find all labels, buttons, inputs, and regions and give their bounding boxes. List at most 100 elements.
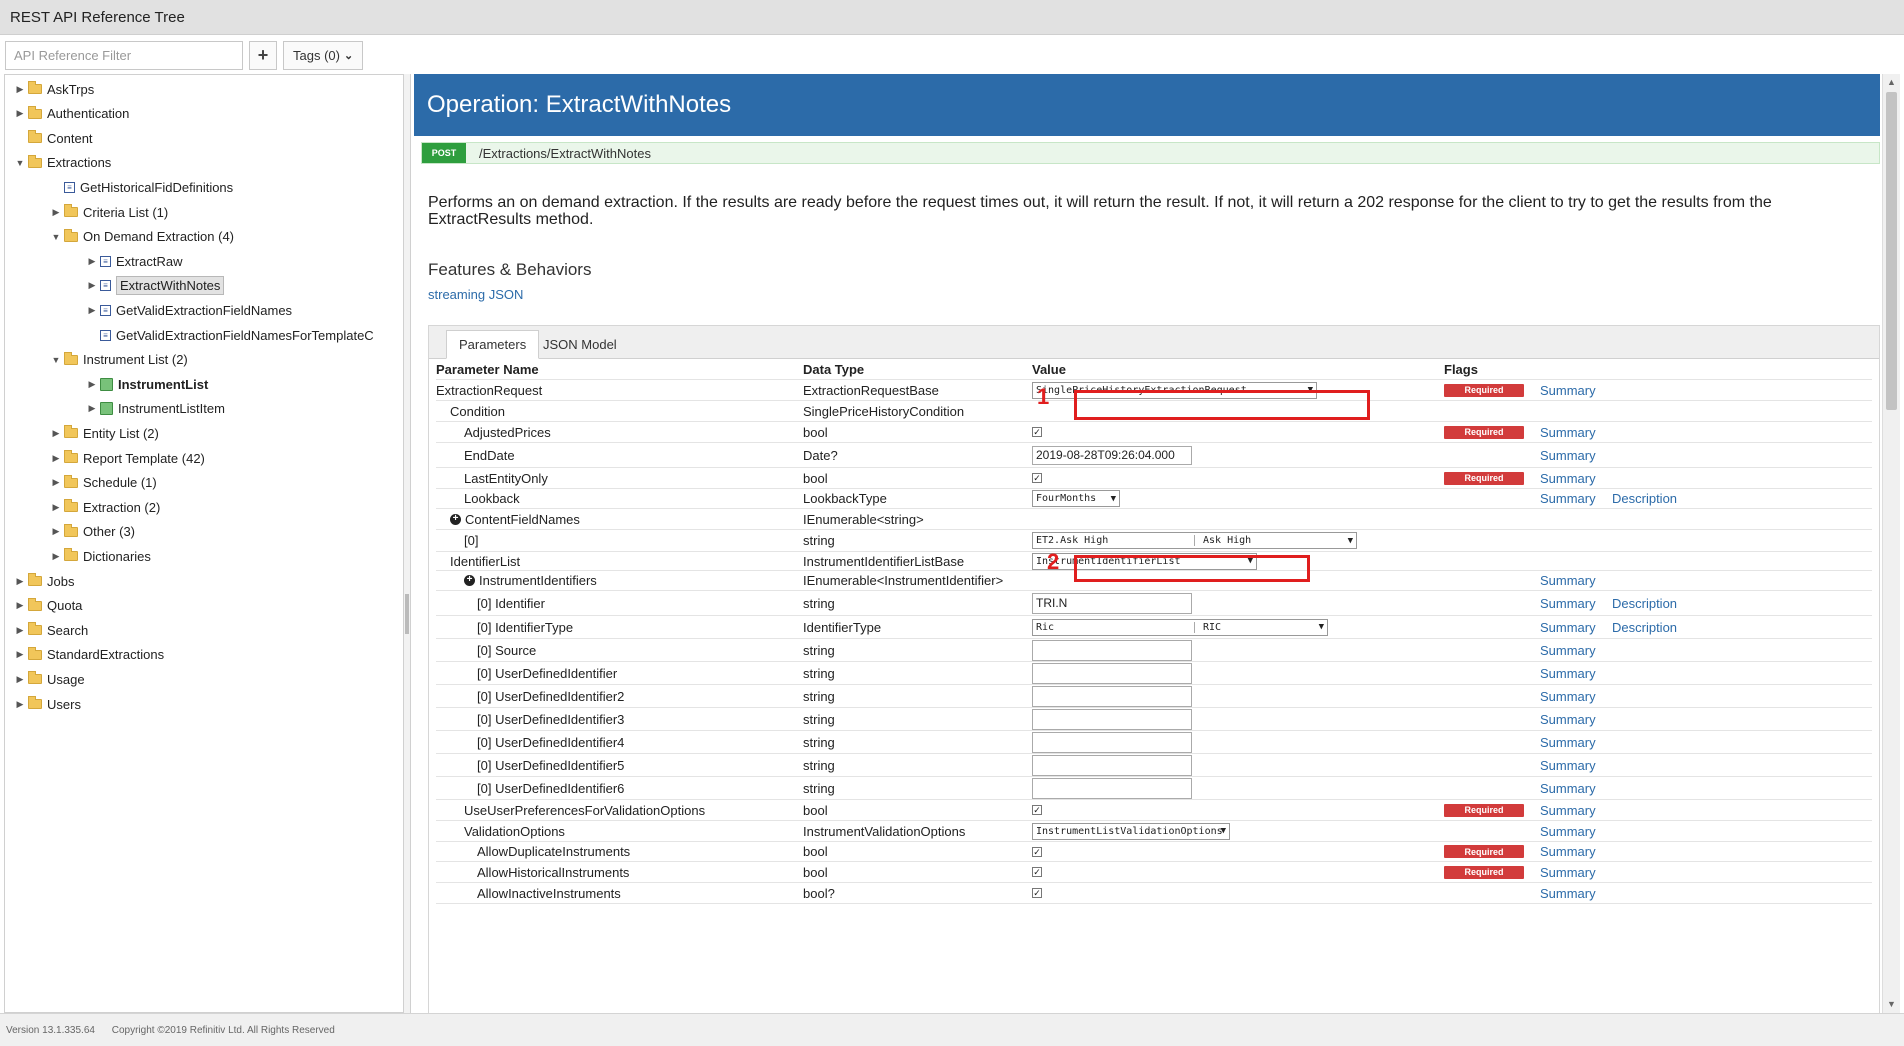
summary-link[interactable]: Summary: [1540, 708, 1596, 730]
tree-item[interactable]: ▶ InstrumentList: [86, 373, 209, 395]
value-text-input[interactable]: [1032, 445, 1192, 465]
value-checkbox[interactable]: ✓: [1032, 846, 1042, 857]
tree-item[interactable]: ▶ Extraction (2): [50, 496, 160, 518]
value-text-input[interactable]: [1032, 639, 1192, 661]
scrollbar-thumb[interactable]: [1886, 92, 1897, 410]
summary-link[interactable]: Summary: [1540, 842, 1596, 861]
summary-link[interactable]: Summary: [1540, 731, 1596, 753]
summary-link[interactable]: Summary: [1540, 422, 1596, 442]
streaming-json-link[interactable]: streaming JSON: [428, 287, 523, 302]
value-checkbox[interactable]: ✓: [1032, 867, 1042, 877]
chevron-right-icon[interactable]: ▶: [86, 305, 98, 316]
chevron-right-icon[interactable]: ▶: [14, 576, 26, 587]
value-text-input[interactable]: [1032, 731, 1192, 753]
chevron-right-icon[interactable]: ▶: [50, 207, 62, 218]
tab-parameters[interactable]: Parameters: [446, 330, 540, 359]
chevron-down-icon[interactable]: ▼: [50, 355, 62, 365]
summary-link[interactable]: Summary: [1540, 468, 1596, 488]
chevron-right-icon[interactable]: ▶: [86, 280, 98, 291]
summary-link[interactable]: Summary: [1540, 443, 1596, 467]
value-text-input[interactable]: [1032, 754, 1192, 776]
value-checkbox[interactable]: ✓: [1032, 888, 1042, 898]
scroll-up-icon[interactable]: ▲: [1887, 77, 1896, 87]
scroll-down-icon[interactable]: ▼: [1887, 999, 1896, 1009]
tree-item[interactable]: ▶ Entity List (2): [50, 422, 159, 444]
value-select[interactable]: InstrumentListValidationOptions ▼: [1032, 822, 1230, 840]
tree-item[interactable]: Content: [14, 127, 93, 149]
tree-item[interactable]: ▼ On Demand Extraction (4): [50, 226, 234, 248]
value-text-input[interactable]: [1032, 685, 1192, 707]
summary-link[interactable]: Summary: [1540, 862, 1596, 882]
summary-link[interactable]: Summary: [1540, 777, 1596, 799]
add-item-icon[interactable]: +: [450, 513, 461, 525]
chevron-right-icon[interactable]: ▶: [86, 379, 98, 390]
summary-link[interactable]: Summary: [1540, 571, 1596, 590]
chevron-right-icon[interactable]: ▶: [50, 502, 62, 513]
chevron-down-icon[interactable]: ▼: [50, 232, 62, 242]
chevron-right-icon[interactable]: ▶: [14, 649, 26, 660]
tree-item[interactable]: ▼ Extractions: [14, 152, 111, 174]
tree-item[interactable]: ▶ Report Template (42): [50, 447, 205, 469]
chevron-right-icon[interactable]: ▶: [14, 600, 26, 611]
chevron-right-icon[interactable]: ▶: [50, 453, 62, 464]
chevron-right-icon[interactable]: ▶: [86, 256, 98, 267]
description-link[interactable]: Description: [1612, 489, 1677, 508]
summary-link[interactable]: Summary: [1540, 380, 1596, 400]
summary-link[interactable]: Summary: [1540, 591, 1596, 615]
chevron-right-icon[interactable]: ▶: [14, 674, 26, 685]
tree-item[interactable]: ▶ StandardExtractions: [14, 644, 164, 666]
tree-item[interactable]: ▶ Usage: [14, 668, 85, 690]
chevron-right-icon[interactable]: ▶: [50, 526, 62, 537]
tree-item[interactable]: ▶ ≡ ExtractWithNotes: [86, 275, 225, 297]
summary-link[interactable]: Summary: [1540, 639, 1596, 661]
chevron-right-icon[interactable]: ▶: [14, 108, 26, 119]
chevron-right-icon[interactable]: ▶: [50, 477, 62, 488]
chevron-right-icon[interactable]: ▶: [50, 428, 62, 439]
chevron-right-icon[interactable]: ▶: [86, 403, 98, 414]
description-link[interactable]: Description: [1612, 616, 1677, 638]
description-link[interactable]: Description: [1612, 591, 1677, 615]
value-checkbox[interactable]: ✓: [1032, 473, 1042, 483]
api-filter-input[interactable]: [5, 41, 243, 70]
chevron-down-icon[interactable]: ▼: [14, 158, 26, 168]
tree-item[interactable]: ▶ InstrumentListItem: [86, 398, 225, 420]
chevron-right-icon[interactable]: ▶: [14, 84, 26, 95]
tree-item[interactable]: ▼ Instrument List (2): [50, 349, 188, 371]
chevron-right-icon[interactable]: ▶: [14, 625, 26, 636]
value-text-input[interactable]: [1032, 708, 1192, 730]
tree-item[interactable]: ▶ Quota: [14, 595, 82, 617]
value-text-input[interactable]: [1032, 662, 1192, 684]
tree-item[interactable]: ▶ ≡ ExtractRaw: [86, 250, 183, 272]
add-button[interactable]: +: [249, 41, 277, 70]
tree-item[interactable]: ▶ Schedule (1): [50, 472, 157, 494]
summary-link[interactable]: Summary: [1540, 616, 1596, 638]
tab-json-model[interactable]: JSON Model: [531, 330, 629, 359]
summary-link[interactable]: Summary: [1540, 662, 1596, 684]
value-checkbox[interactable]: ✓: [1032, 427, 1042, 437]
tree-item[interactable]: ▶ Authentication: [14, 103, 129, 125]
tree-item[interactable]: ≡ GetHistoricalFidDefinitions: [50, 176, 233, 198]
value-select[interactable]: FourMonths ▼: [1032, 490, 1120, 507]
tree-item[interactable]: ▶ AskTrps: [14, 78, 94, 100]
value-checkbox[interactable]: ✓: [1032, 805, 1042, 815]
tree-item[interactable]: ≡ GetValidExtractionFieldNamesForTemplate…: [86, 324, 374, 346]
summary-link[interactable]: Summary: [1540, 754, 1596, 776]
summary-link[interactable]: Summary: [1540, 883, 1596, 903]
chevron-right-icon[interactable]: ▶: [14, 699, 26, 710]
tree-item[interactable]: ▶ ≡ GetValidExtractionFieldNames: [86, 299, 293, 321]
summary-link[interactable]: Summary: [1540, 489, 1596, 508]
value-text-input[interactable]: [1032, 777, 1192, 799]
tree-item[interactable]: ▶ Users: [14, 693, 81, 715]
summary-link[interactable]: Summary: [1540, 821, 1596, 841]
vertical-scrollbar[interactable]: ▲ ▼: [1882, 74, 1900, 1013]
tree-item[interactable]: ▶ Dictionaries: [50, 545, 151, 567]
add-item-icon[interactable]: +: [464, 575, 475, 586]
tree-item[interactable]: ▶ Search: [14, 619, 88, 641]
chevron-right-icon[interactable]: ▶: [50, 551, 62, 562]
value-text-input[interactable]: [1032, 592, 1192, 614]
summary-link[interactable]: Summary: [1540, 800, 1596, 820]
tree-item[interactable]: ▶ Other (3): [50, 521, 135, 543]
tags-dropdown[interactable]: Tags (0) ⌄: [283, 41, 364, 70]
splitter-grip[interactable]: [405, 594, 409, 634]
tree-item[interactable]: ▶ Criteria List (1): [50, 201, 168, 223]
